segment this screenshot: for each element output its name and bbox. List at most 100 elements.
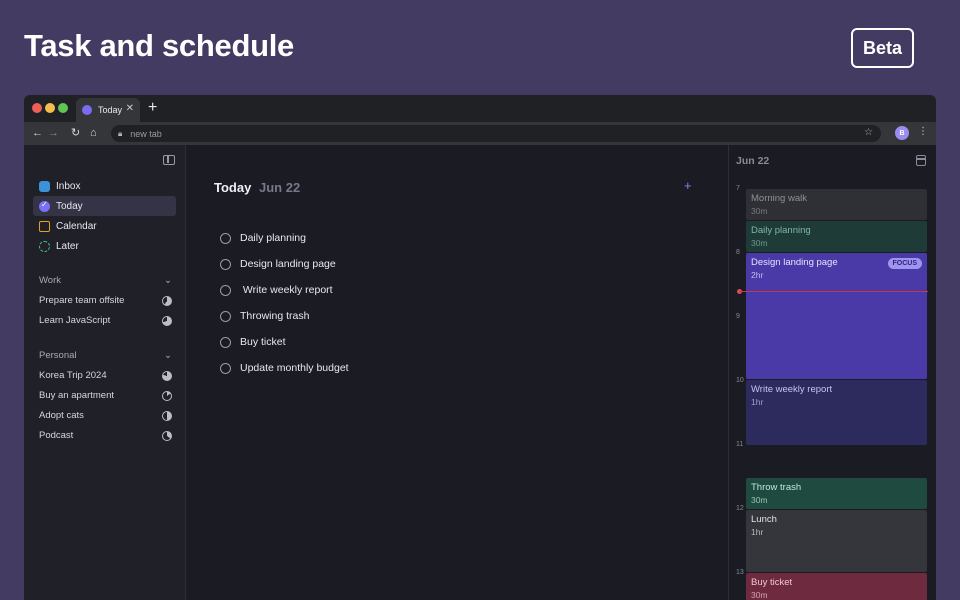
project-item[interactable]: Podcast bbox=[39, 430, 172, 441]
window-minimize-dot[interactable] bbox=[45, 103, 55, 113]
sidebar-item-later[interactable]: Later bbox=[33, 236, 176, 256]
sidebar-item-inbox[interactable]: Inbox bbox=[33, 176, 176, 196]
star-icon[interactable]: ☆ bbox=[864, 127, 873, 138]
task-checkbox[interactable] bbox=[220, 284, 231, 296]
task-item[interactable]: Daily planning bbox=[220, 230, 306, 246]
project-item[interactable]: Buy an apartment bbox=[39, 390, 172, 401]
event-duration: 30m bbox=[751, 238, 768, 248]
forward-arrow-icon[interactable]: → bbox=[48, 126, 59, 140]
address-text: new tab bbox=[130, 128, 162, 139]
calendar-icon bbox=[39, 220, 50, 232]
chevron-down-icon[interactable]: ⌄ bbox=[164, 275, 172, 286]
calendar-event[interactable]: Morning walk 30m bbox=[746, 189, 927, 220]
progress-pie-icon bbox=[162, 315, 172, 326]
project-label: Learn JavaScript bbox=[39, 315, 111, 326]
hour-label: 8 bbox=[736, 249, 740, 256]
browser-tabbar: Today ✕ + bbox=[24, 95, 936, 122]
task-label: Daily planning bbox=[240, 232, 306, 244]
add-task-button[interactable]: + bbox=[684, 178, 692, 193]
project-item[interactable]: Learn JavaScript bbox=[39, 315, 172, 326]
section-personal[interactable]: Personal ⌄ bbox=[39, 350, 172, 361]
hour-label: 12 bbox=[736, 505, 744, 512]
reload-icon[interactable]: ↻ bbox=[71, 126, 80, 140]
task-item[interactable]: Write weekly report bbox=[220, 282, 333, 298]
task-label: Throwing trash bbox=[240, 310, 310, 322]
task-label: Design landing page bbox=[240, 258, 336, 270]
sidebar-item-calendar[interactable]: Calendar bbox=[33, 216, 176, 236]
task-checkbox[interactable] bbox=[220, 310, 231, 322]
window-maximize-dot[interactable] bbox=[58, 103, 68, 113]
event-title: Throw trash bbox=[751, 482, 802, 493]
calendar-icon[interactable] bbox=[916, 155, 926, 166]
task-checkbox[interactable] bbox=[220, 258, 231, 270]
check-circle-icon bbox=[39, 200, 50, 212]
task-item[interactable]: Buy ticket bbox=[220, 334, 286, 350]
calendar-event[interactable]: Lunch 1hr bbox=[746, 510, 927, 572]
event-duration: 1hr bbox=[751, 397, 764, 407]
calendar-event[interactable]: Buy ticket 30m bbox=[746, 573, 927, 600]
home-icon[interactable]: ⌂ bbox=[90, 126, 97, 140]
sidebar-toggle-icon[interactable] bbox=[163, 155, 175, 165]
current-time-line bbox=[739, 291, 928, 292]
chevron-down-icon[interactable]: ⌄ bbox=[164, 350, 172, 361]
hour-label: 13 bbox=[736, 569, 744, 576]
event-title: Daily planning bbox=[751, 225, 811, 236]
event-title: Morning walk bbox=[751, 193, 807, 204]
project-label: Korea Trip 2024 bbox=[39, 370, 107, 381]
section-title: Work bbox=[39, 275, 61, 286]
browser-toolbar: ← → ↻ ⌂ 🔒︎ new tab ☆ B ⋮ bbox=[24, 122, 936, 145]
project-item[interactable]: Prepare team offsite bbox=[39, 295, 172, 306]
calendar-event[interactable]: Design landing page 2hr FOCUS bbox=[746, 253, 927, 379]
hour-label: 10 bbox=[736, 377, 744, 384]
new-tab-button[interactable]: + bbox=[148, 99, 157, 117]
hour-label: 11 bbox=[736, 441, 744, 448]
progress-pie-icon bbox=[162, 390, 172, 401]
sidebar-item-today[interactable]: Today bbox=[33, 196, 176, 216]
calendar-event[interactable]: Write weekly report 1hr bbox=[746, 380, 927, 445]
progress-pie-icon bbox=[162, 430, 172, 441]
event-duration: 30m bbox=[751, 495, 768, 505]
task-item[interactable]: Throwing trash bbox=[220, 308, 309, 324]
tab-title: Today bbox=[98, 105, 123, 115]
task-label: Write weekly report bbox=[240, 284, 333, 296]
dashed-circle-icon bbox=[39, 240, 50, 252]
task-item[interactable]: Update monthly budget bbox=[220, 360, 349, 376]
calendar-event[interactable]: Daily planning 30m bbox=[746, 221, 927, 252]
progress-pie-icon bbox=[162, 410, 172, 421]
task-panel: Today Jun 22 + Daily planning Design lan… bbox=[186, 145, 729, 600]
sidebar-item-label: Today bbox=[56, 200, 83, 212]
window-close-dot[interactable] bbox=[32, 103, 42, 113]
project-label: Adopt cats bbox=[39, 410, 84, 421]
back-arrow-icon[interactable]: ← bbox=[32, 126, 43, 140]
task-checkbox[interactable] bbox=[220, 336, 231, 348]
focus-badge: FOCUS bbox=[887, 258, 922, 269]
sidebar-item-label: Inbox bbox=[56, 180, 81, 192]
address-bar[interactable]: 🔒︎ new tab ☆ bbox=[111, 125, 881, 142]
project-item[interactable]: Korea Trip 2024 bbox=[39, 370, 172, 381]
sidebar-item-label: Later bbox=[56, 240, 79, 252]
task-checkbox[interactable] bbox=[220, 232, 231, 244]
event-duration: 30m bbox=[751, 206, 768, 216]
task-item[interactable]: Design landing page bbox=[220, 256, 336, 272]
app-content: Inbox Today Calendar Later Work ⌄ Prepar… bbox=[24, 145, 936, 600]
panel-date: Jun 22 bbox=[259, 180, 301, 195]
section-work[interactable]: Work ⌄ bbox=[39, 275, 172, 286]
project-item[interactable]: Adopt cats bbox=[39, 410, 172, 421]
event-duration: 1hr bbox=[751, 527, 764, 537]
event-title: Lunch bbox=[751, 514, 777, 525]
lock-icon: 🔒︎ bbox=[118, 128, 123, 138]
browser-tab[interactable]: Today ✕ bbox=[76, 98, 140, 122]
page-title: Task and schedule bbox=[24, 28, 294, 63]
calendar-event[interactable]: Throw trash 30m bbox=[746, 478, 927, 509]
event-title: Buy ticket bbox=[751, 577, 793, 588]
app-favicon-icon bbox=[82, 105, 92, 115]
project-label: Buy an apartment bbox=[39, 390, 114, 401]
task-checkbox[interactable] bbox=[220, 362, 231, 374]
section-title: Personal bbox=[39, 350, 77, 361]
profile-avatar[interactable]: B bbox=[895, 126, 909, 140]
task-label: Update monthly budget bbox=[240, 362, 349, 374]
tab-close-icon[interactable]: ✕ bbox=[126, 103, 134, 114]
kebab-menu-icon[interactable]: ⋮ bbox=[918, 126, 928, 137]
project-label: Prepare team offsite bbox=[39, 295, 125, 306]
panel-title: Today bbox=[214, 180, 252, 195]
